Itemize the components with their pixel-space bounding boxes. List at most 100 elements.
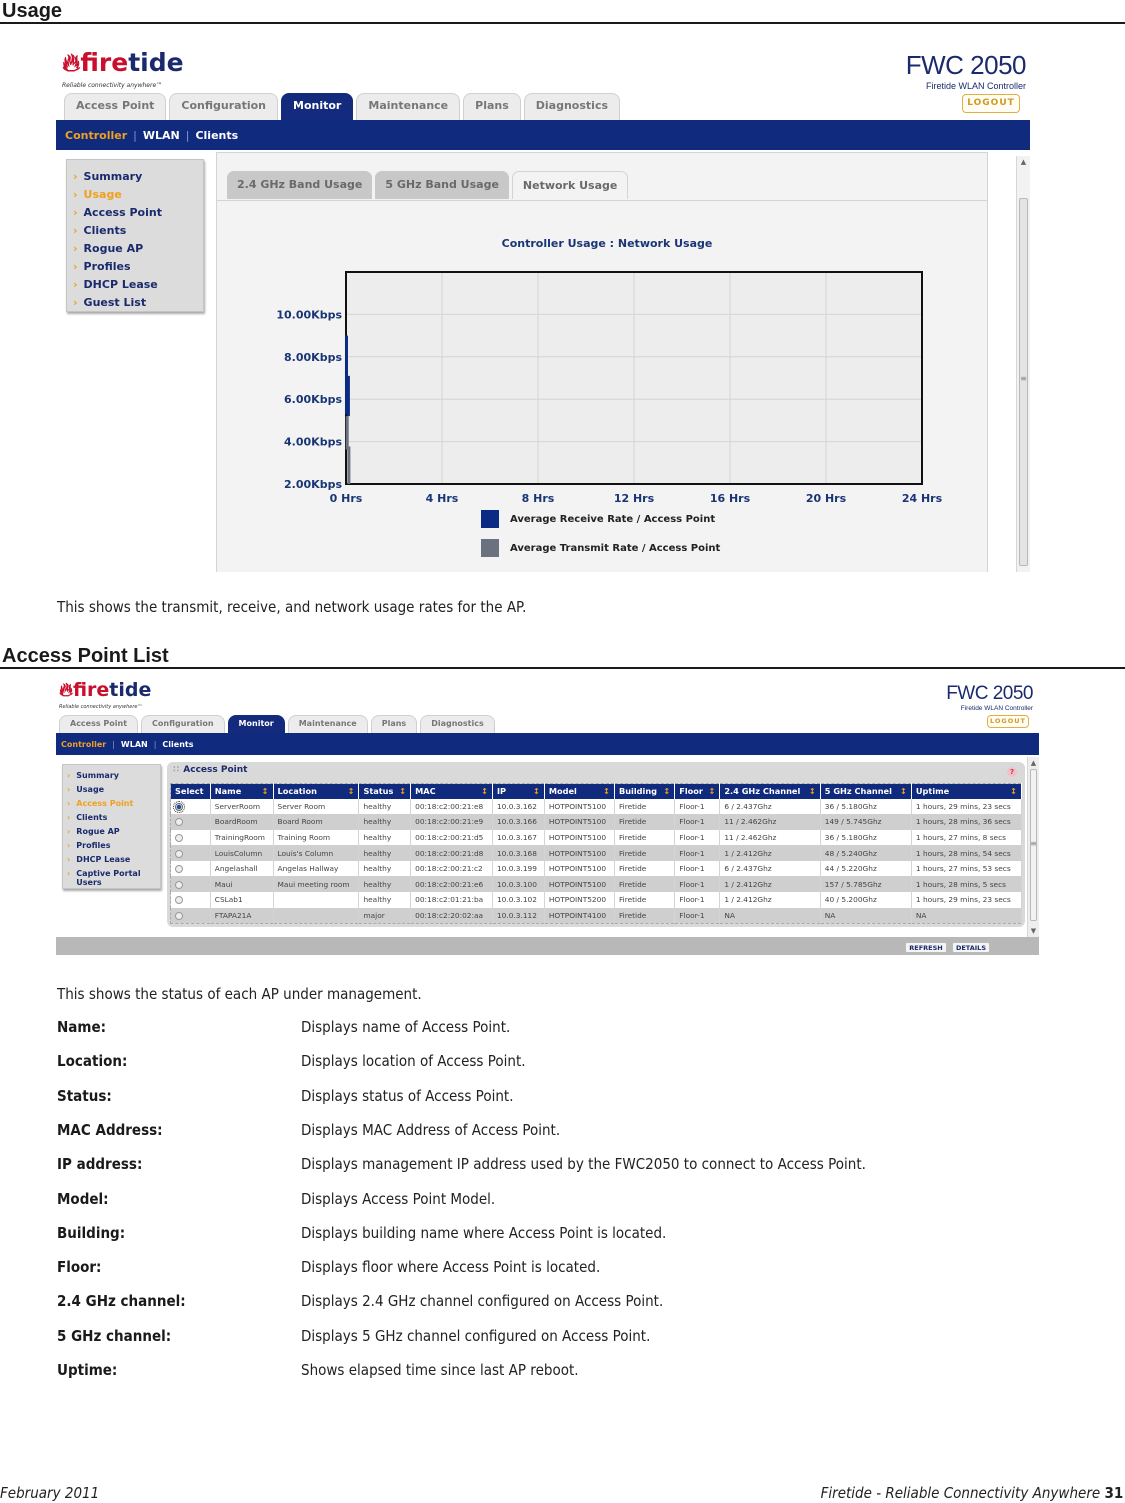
tab-plans[interactable]: Plans [463,93,521,120]
sort-icon[interactable]: ↕ [348,786,355,796]
section-title-usage: Usage [0,0,1125,24]
sort-icon[interactable]: ↕ [262,786,269,796]
table-row[interactable]: Angelashall Angelas Hallway healthy 00:18:c… [170,860,1023,877]
tab-diagnostics[interactable]: Diagnostics [523,93,621,120]
logout-button[interactable]: LOGOUT [987,715,1029,728]
sidebar-item-dhcp-lease[interactable]: › DHCP Lease [73,276,203,294]
sidebar-item-access-point[interactable]: › Access Point [73,204,203,222]
subnav-wlan[interactable]: WLAN [121,740,148,749]
table-row[interactable]: CSLab1 healthy 00:18:c2:01:21:ba 10.0.3.102… [170,892,1023,908]
legend-label-transmit: Average Transmit Rate / Access Point [510,542,721,554]
sidebar-item-profiles[interactable]: › Profiles [67,839,160,853]
ap-action-bar: REFRESH DETAILS [56,937,1039,955]
sort-icon[interactable]: ↕ [663,786,670,796]
subnav-wlan[interactable]: WLAN [143,129,180,142]
select-cell [170,829,211,846]
column-header-5-ghz-channel[interactable]: 5 GHz Channel ↕ [820,783,912,799]
select-radio[interactable] [175,849,183,858]
tab-configuration[interactable]: Configuration [169,93,279,120]
sort-icon[interactable]: ↕ [708,786,715,796]
cell-location [273,892,360,908]
logout-button[interactable]: LOGOUT [962,94,1020,113]
sidebar-item-usage[interactable]: › Usage [67,783,160,797]
subtab-network-usage[interactable]: Network Usage [511,171,629,199]
sidebar-item-rogue-ap[interactable]: › Rogue AP [67,825,160,839]
scroll-up-arrow[interactable]: ▲ [1017,158,1030,166]
table-row[interactable]: LouisColumn Louis's Column healthy 00:18:c2… [170,845,1023,861]
subtab-2-4-ghz-band-usage[interactable]: 2.4 GHz Band Usage [227,171,373,199]
column-header-ip[interactable]: IP ↕ [492,783,545,799]
cell-ch5: 157 / 5.785Ghz [820,876,912,893]
select-radio[interactable] [173,800,185,813]
sidebar-item-profiles[interactable]: › Profiles [73,258,203,276]
cell-location: Maui meeting room [273,876,360,893]
sidebar-item-guest-list[interactable]: › Guest List [73,294,203,312]
cell-status: healthy [358,876,412,893]
sort-icon[interactable]: ↕ [900,786,907,796]
sidebar-item-clients[interactable]: › Clients [73,222,203,240]
drag-handle-icon[interactable]: ∷ [173,765,179,775]
table-row[interactable]: TrainingRoom Training Room healthy 00:18:c2… [170,829,1023,846]
definition-description: Displays name of Access Point. [301,1018,511,1036]
select-radio[interactable] [175,833,183,842]
subtab-5-ghz-band-usage[interactable]: 5 GHz Band Usage [375,171,509,199]
sort-icon[interactable]: ↕ [399,786,406,796]
sort-icon[interactable]: ↕ [1010,786,1017,796]
column-header-location[interactable]: Location ↕ [273,783,360,799]
page-scrollbar[interactable]: ▲ ≡ [1016,156,1030,572]
chevron-right-icon: › [67,855,71,864]
sidebar-item-clients[interactable]: › Clients [67,811,160,825]
column-header-mac[interactable]: MAC ↕ [410,783,493,799]
column-header-model[interactable]: Model ↕ [544,783,615,799]
refresh-button[interactable]: REFRESH [905,942,947,953]
sort-icon[interactable]: ↕ [533,786,540,796]
page-scrollbar[interactable]: ▲ ≡ ▼ [1027,757,1039,937]
select-radio[interactable] [175,880,183,889]
column-header-name[interactable]: Name ↕ [210,783,274,799]
scroll-down-arrow[interactable]: ▼ [1028,927,1039,935]
sidebar-item-captive-portal-users[interactable]: › Captive Portal Users [67,867,160,887]
chevron-right-icon: › [73,224,78,237]
column-header-uptime[interactable]: Uptime ↕ [911,783,1023,799]
sidebar-item-dhcp-lease[interactable]: › DHCP Lease [67,853,160,867]
subnav-controller[interactable]: Controller [65,129,127,142]
details-button[interactable]: DETAILS [952,942,990,953]
tab-access-point[interactable]: Access Point [64,93,167,120]
table-row[interactable]: BoardRoom Board Room healthy 00:18:c2:00:21… [170,814,1023,830]
subnav-clients[interactable]: Clients [162,740,193,749]
chevron-right-icon: › [73,260,78,273]
sidebar-item-rogue-ap[interactable]: › Rogue AP [73,240,203,258]
scroll-up-arrow[interactable]: ▲ [1028,759,1039,767]
table-row[interactable]: ServerRoom Server Room healthy 00:18:c2:00:… [170,798,1023,815]
help-icon[interactable]: ? [1007,767,1017,777]
ap-table: Select Name ↕ Location ↕ Status ↕ MAC ↕ IP ↕ Model ↕… [170,783,1023,924]
select-radio[interactable] [175,865,183,874]
select-cell [170,860,211,877]
sort-icon[interactable]: ↕ [603,786,610,796]
subnav-controller[interactable]: Controller [61,740,106,749]
sort-icon[interactable]: ↕ [809,786,816,796]
column-header-status[interactable]: Status ↕ [358,783,412,799]
sidebar-item-summary[interactable]: › Summary [67,769,160,783]
product-subtitle: Firetide WLAN Controller [925,81,1026,91]
sidebar-item-access-point[interactable]: › Access Point [67,797,160,811]
x-tick-label: 4 Hrs [426,492,459,505]
column-header-building[interactable]: Building ↕ [614,783,676,799]
tab-maintenance[interactable]: Maintenance [356,93,461,120]
sidebar-item-summary[interactable]: › Summary [73,168,203,186]
select-radio[interactable] [175,911,183,920]
definition-term: MAC Address: [57,1120,163,1139]
sidebar-item-usage[interactable]: › Usage [73,186,203,204]
column-header-floor[interactable]: Floor ↕ [674,783,721,799]
select-radio[interactable] [175,896,183,905]
column-header-select[interactable]: Select [170,783,211,799]
subnav-clients[interactable]: Clients [195,129,238,142]
tab-monitor[interactable]: Monitor [281,93,354,120]
sort-icon[interactable]: ↕ [481,786,488,796]
cell-floor: Floor-1 [674,798,721,815]
select-radio[interactable] [175,818,183,827]
table-row[interactable]: Maui Maui meeting room healthy 00:18:c2:00:… [170,876,1023,893]
flame-icon: 🔥︎ [62,48,81,77]
column-header-2-4-ghz-channel[interactable]: 2.4 GHz Channel ↕ [719,783,821,799]
table-row[interactable]: FTAPA21A major 00:18:c2:20:02:aa 10.0.3.112… [170,907,1023,924]
